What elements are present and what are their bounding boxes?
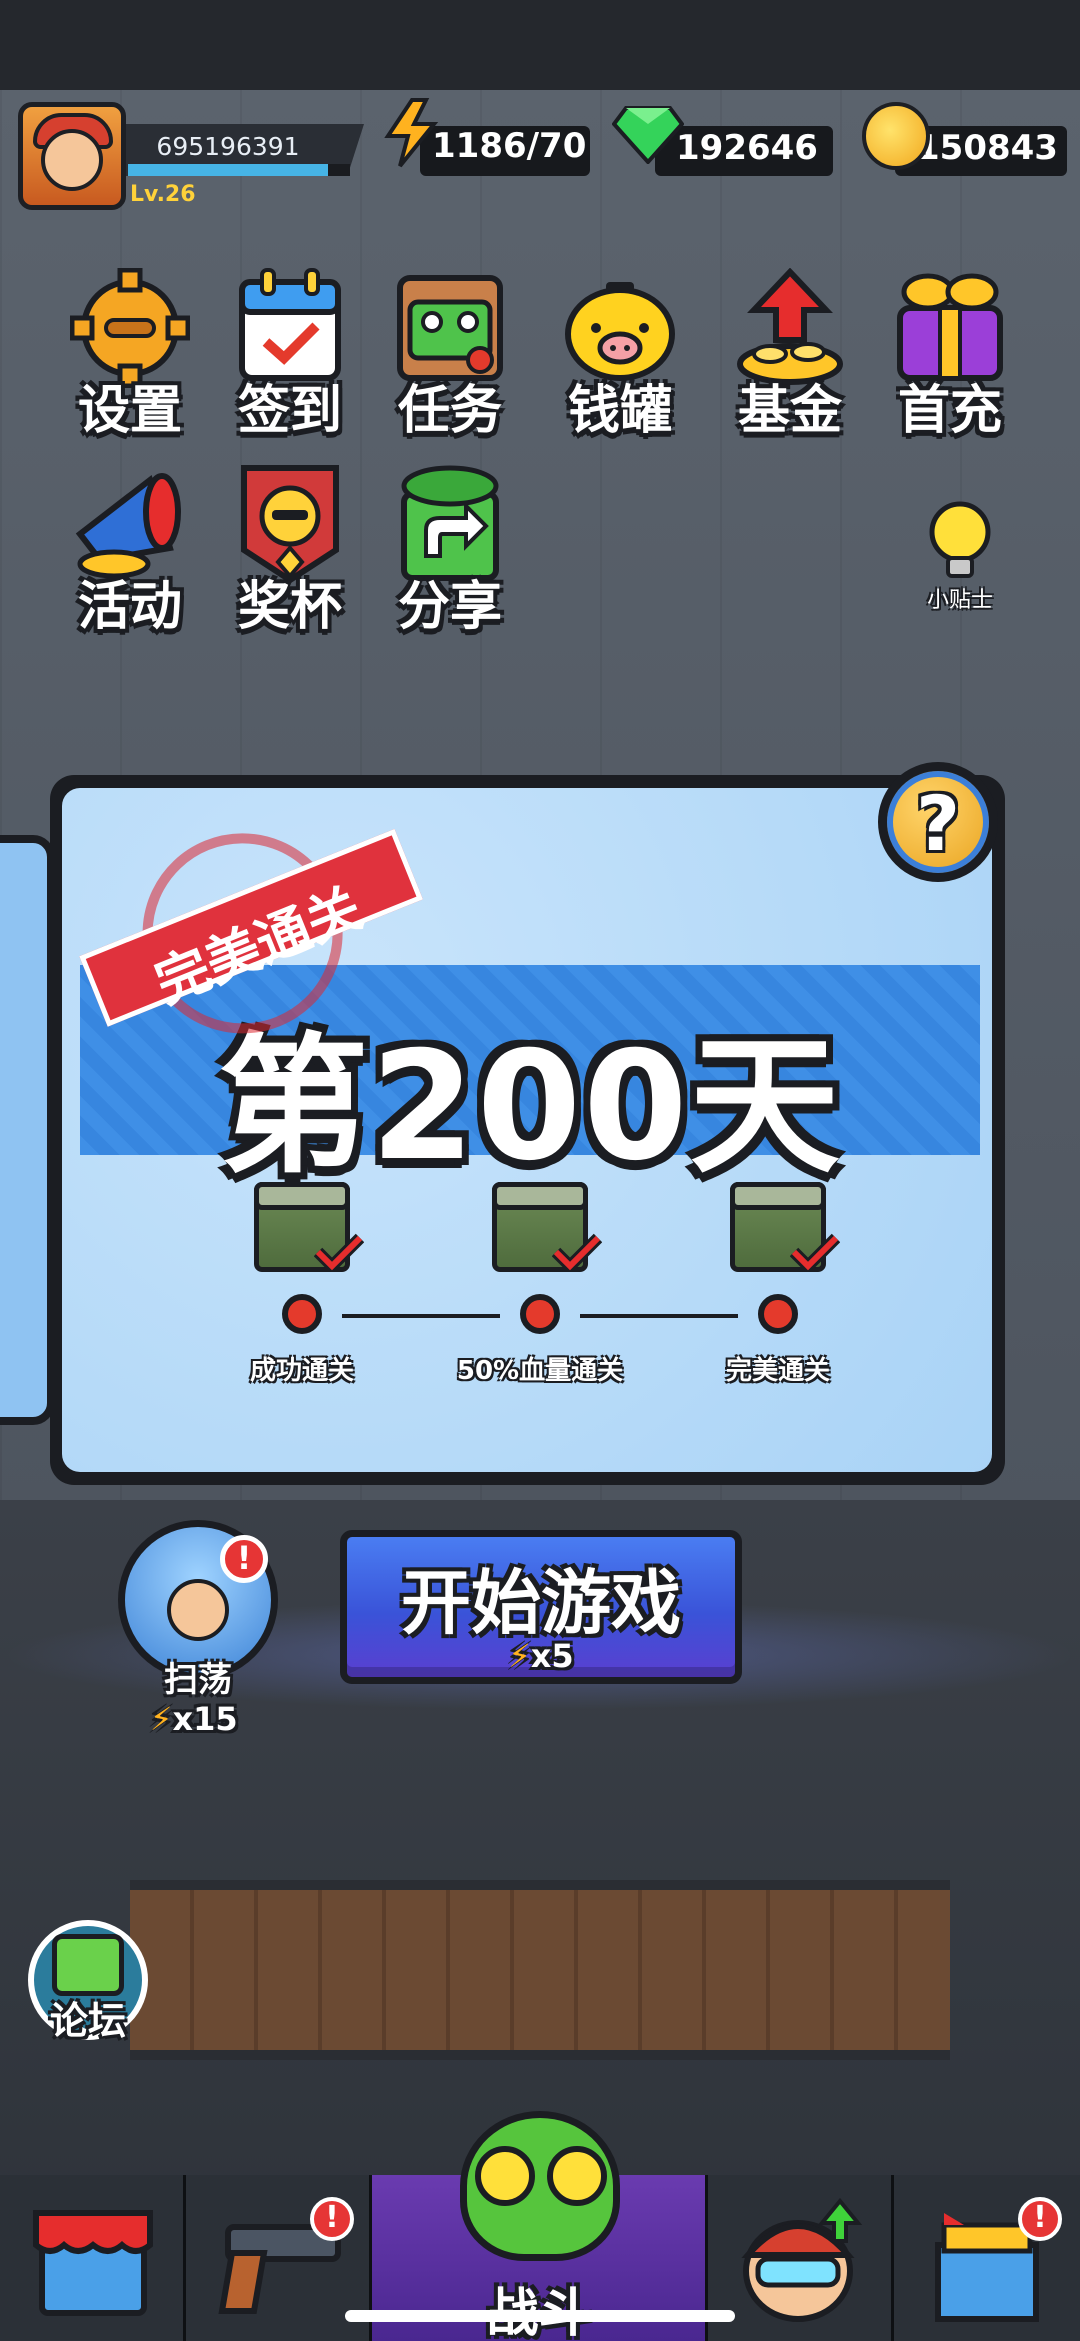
sweep-label: 扫荡 bbox=[164, 1660, 232, 1700]
previous-level-card[interactable] bbox=[0, 835, 55, 1425]
coin-value: 150843 bbox=[916, 128, 1058, 168]
menu-label: 首充 bbox=[897, 381, 1002, 441]
lightning-icon: ⚡ bbox=[508, 1637, 531, 1675]
player-level: Lv.26 bbox=[130, 182, 196, 207]
lightning-icon bbox=[384, 98, 439, 168]
hero-portrait-icon bbox=[741, 2197, 863, 2322]
chat-bubble-icon bbox=[52, 1934, 124, 1996]
question-mark-icon: ? bbox=[915, 779, 961, 868]
nav-base[interactable]: ! bbox=[894, 2175, 1080, 2341]
sweep-alert-badge: ! bbox=[220, 1535, 268, 1583]
menu-label: 任务 bbox=[397, 381, 502, 441]
menu-label: 基金 bbox=[737, 381, 842, 441]
menu-first-recharge[interactable]: 首充 bbox=[880, 268, 1020, 448]
menu-checkin[interactable]: 签到 bbox=[220, 268, 360, 448]
checkmark-icon bbox=[790, 1233, 840, 1272]
energy-value: 1186/70 bbox=[432, 126, 587, 166]
sweep-cost-value: x15 bbox=[172, 1700, 238, 1738]
menu-trophy[interactable]: 奖杯 bbox=[220, 464, 360, 644]
lightning-icon: ⚡ bbox=[150, 1700, 173, 1738]
menu-settings[interactable]: 设置 bbox=[60, 268, 200, 448]
player-id: 695196391 bbox=[156, 132, 300, 161]
help-button[interactable]: ? bbox=[878, 762, 998, 882]
start-game-label: 开始游戏 bbox=[401, 1562, 681, 1644]
menu-fund[interactable]: 基金 bbox=[720, 268, 860, 448]
menu-label: 钱罐 bbox=[567, 381, 672, 441]
checkmark-icon bbox=[552, 1233, 602, 1272]
base-alert-badge: ! bbox=[1018, 2197, 1062, 2241]
start-game-cost: ⚡x5 bbox=[347, 1637, 735, 1675]
gem-icon bbox=[612, 106, 684, 164]
checkmark-icon bbox=[314, 1233, 364, 1272]
start-cost-value: x5 bbox=[530, 1637, 574, 1675]
xp-bar bbox=[128, 164, 350, 176]
brick-wall bbox=[130, 1880, 950, 2060]
menu-label: 活动 bbox=[77, 577, 182, 637]
top-header: 695196391 Lv.26 1186/70 192646 150843 bbox=[0, 90, 1080, 220]
home-indicator[interactable] bbox=[345, 2310, 735, 2322]
tips-label: 小贴士 bbox=[926, 588, 993, 613]
tips-button[interactable]: 小贴士 bbox=[910, 500, 1010, 620]
goal-perfect: 完美通关 bbox=[688, 1182, 868, 1392]
goal-label: 成功通关 bbox=[249, 1356, 354, 1386]
target-icon bbox=[520, 1294, 560, 1334]
menu-label: 分享 bbox=[397, 577, 502, 637]
gem-value: 192646 bbox=[676, 128, 818, 168]
battle-label: 战斗 bbox=[372, 2271, 705, 2341]
menu-label: 签到 bbox=[237, 381, 342, 441]
zombie-head-icon bbox=[460, 2111, 620, 2261]
start-game-button[interactable]: 开始游戏 ⚡x5 bbox=[340, 1530, 742, 1684]
hero-icon bbox=[167, 1579, 229, 1641]
goal-label: 完美通关 bbox=[725, 1356, 830, 1386]
target-icon bbox=[282, 1294, 322, 1334]
menu-share[interactable]: 分享 bbox=[380, 464, 520, 644]
menu-events[interactable]: 活动 bbox=[60, 464, 200, 644]
status-bar-area bbox=[0, 0, 1080, 90]
menu-label: 设置 bbox=[77, 381, 182, 441]
goal-clear: 成功通关 bbox=[212, 1182, 392, 1392]
menu-piggy-bank[interactable]: 钱罐 bbox=[550, 268, 690, 448]
sweep-cost: ⚡x15 bbox=[150, 1700, 238, 1738]
target-icon bbox=[758, 1294, 798, 1334]
goal-label: 50%血量通关 bbox=[456, 1356, 624, 1386]
shop-icon bbox=[33, 2210, 153, 2316]
player-avatar[interactable] bbox=[18, 102, 126, 210]
goal-half-health: 50%血量通关 bbox=[450, 1182, 630, 1392]
nav-shop[interactable] bbox=[0, 2175, 186, 2341]
menu-tasks[interactable]: 任务 bbox=[380, 268, 520, 448]
avatar-face bbox=[41, 129, 103, 191]
nav-heroes[interactable] bbox=[708, 2175, 894, 2341]
forum-label: 论坛 bbox=[49, 1999, 126, 2043]
menu-label: 奖杯 bbox=[237, 577, 342, 637]
xp-bar-fill bbox=[128, 164, 328, 176]
weapons-alert-badge: ! bbox=[310, 2197, 354, 2241]
lightbulb-icon bbox=[929, 501, 991, 578]
coin-icon bbox=[862, 102, 930, 170]
